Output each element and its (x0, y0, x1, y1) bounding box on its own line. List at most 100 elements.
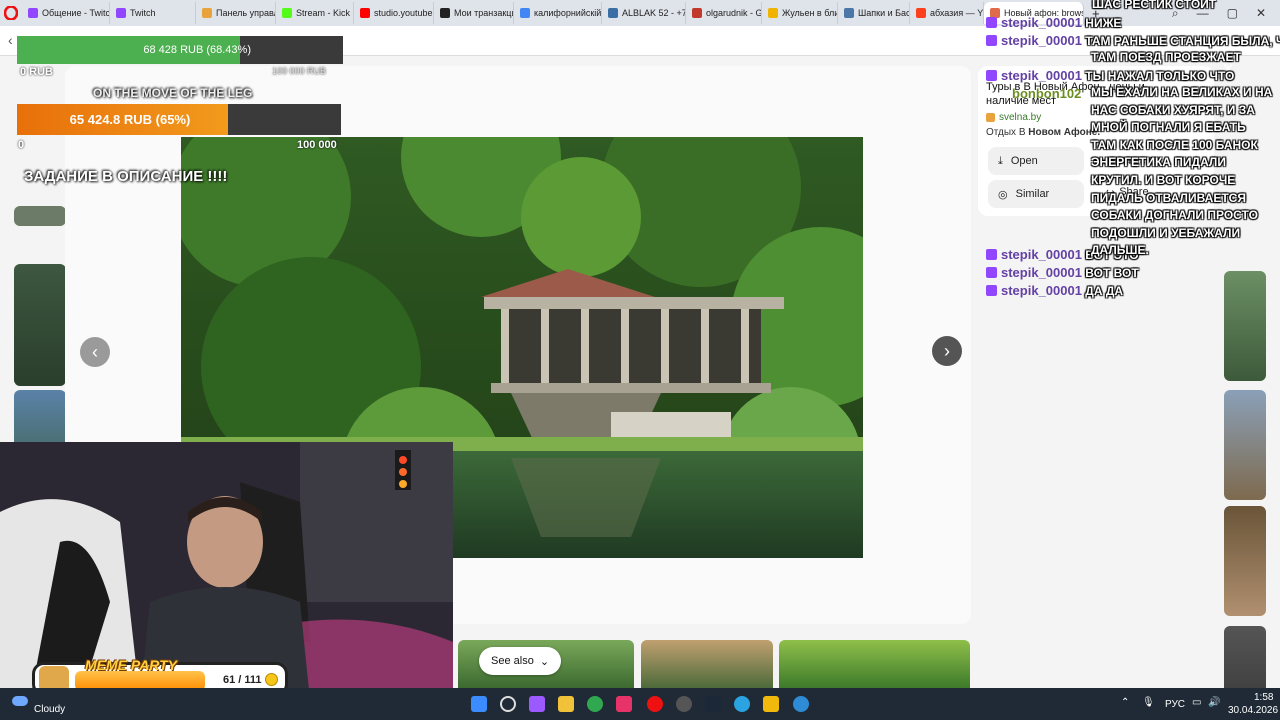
tab-strip: Общение - Twitch Twitch Панель управле Stre… (22, 0, 1084, 26)
see-also-thumbnail[interactable] (641, 640, 773, 688)
tab-favicon-icon (768, 8, 778, 18)
chat-username: stepik_00001 (1001, 265, 1082, 280)
similar-button[interactable]: ◎ Similar (988, 180, 1084, 208)
download-arrow-icon: ⤓ (998, 154, 1003, 167)
overlay-title: ON THE MOVE OF THE LEG (93, 86, 253, 100)
twitch-icon (986, 267, 997, 278)
language-indicator[interactable]: РУС (1165, 699, 1185, 710)
open-label: Open (1010, 155, 1038, 167)
goal-1-text: 68 428 RUB (68.43%) (143, 44, 251, 56)
result-thumbnail[interactable] (14, 264, 66, 386)
chat-username: stepik_00001 (1001, 68, 1082, 83)
previous-image-button[interactable]: ‹ (80, 337, 110, 367)
meme-party-title: MEME PARTY (85, 657, 178, 673)
browser-tab[interactable]: абхазия — Yand (910, 2, 984, 24)
search-icon[interactable] (500, 696, 516, 712)
result-thumbnail[interactable] (1224, 506, 1266, 616)
browser-tab[interactable]: Общение - Twitch (22, 2, 110, 24)
binance-icon[interactable] (763, 696, 779, 712)
clock-time[interactable]: 1:58 (1254, 692, 1273, 703)
tab-favicon-icon (520, 8, 530, 18)
chat-username: stepik_00001 (1001, 33, 1082, 48)
network-icon[interactable]: ▭ (1192, 697, 1201, 708)
browser-tab[interactable]: studio.youtube.c (354, 2, 434, 24)
browser-tab[interactable]: Шапки и Бас (838, 2, 910, 24)
chat-username: stepik_00001 (1001, 15, 1082, 30)
chat-message-long: мы ехали на великах и на нас собаки хуяр… (1091, 85, 1273, 258)
source-link[interactable]: svelna.by (999, 112, 1041, 123)
telegram-icon[interactable] (734, 696, 750, 712)
copilot-icon[interactable] (529, 696, 545, 712)
opera-icon[interactable] (647, 696, 663, 712)
obs-icon[interactable] (676, 696, 692, 712)
volume-icon[interactable]: 🔊 (1208, 697, 1220, 708)
tab-favicon-icon (608, 8, 618, 18)
tab-label: olgarudnik - Get (706, 8, 762, 18)
back-icon[interactable]: ‹ (8, 32, 13, 48)
tab-favicon-icon (202, 8, 212, 18)
tab-label: калифорнийскій (534, 8, 602, 18)
chevron-left-icon: ‹ (92, 341, 98, 362)
tab-favicon-icon (282, 8, 292, 18)
tab-favicon-icon (360, 8, 370, 18)
browser-tab[interactable]: калифорнийскій (514, 2, 602, 24)
edge-icon[interactable] (793, 696, 809, 712)
donation-goal-bar-2: 65 424.8 RUB (65%) (17, 104, 341, 135)
browser-tab[interactable]: ALBLAK 52 - +7( (602, 2, 686, 24)
result-thumbnail[interactable] (14, 206, 66, 226)
twitch-icon (986, 70, 997, 81)
open-button[interactable]: ⤓ Open (988, 147, 1084, 175)
tab-favicon-icon (440, 8, 450, 18)
result-thumbnail[interactable] (1224, 390, 1266, 500)
see-also-button[interactable]: See also ⌄ (479, 647, 562, 675)
tab-label: Шапки и Бас (858, 8, 910, 18)
browser-tab[interactable]: Панель управле (196, 2, 276, 24)
browser-tab[interactable]: Twitch (110, 2, 196, 24)
opera-logo-icon[interactable] (0, 0, 22, 26)
description-highlight: Новом Афоне. (1028, 127, 1101, 138)
next-image-button[interactable]: › (932, 336, 962, 366)
see-also-label: See also (491, 655, 534, 667)
see-also-thumbnail[interactable] (779, 640, 970, 688)
chat-username: bonbon102 (1012, 86, 1082, 101)
description-text: Отдых В (986, 127, 1029, 138)
microphone-icon[interactable]: 🎙 (1142, 697, 1155, 708)
tab-label: Stream - Kick Da (296, 8, 353, 18)
chrome-icon[interactable] (587, 696, 603, 712)
tab-label: Жульен в блини (782, 8, 837, 18)
windows-start-icon[interactable] (471, 696, 487, 712)
browser-tab[interactable]: Жульен в блини (762, 2, 838, 24)
overlay-task: ЗАДАНИЕ В ОПИСАНИЕ !!!! (24, 168, 228, 185)
tab-favicon-icon (692, 8, 702, 18)
chat-message: там раньше станция была, что (1085, 34, 1280, 48)
tab-label: Мои транзакци (454, 8, 514, 18)
donation-goal-bar-1: 68 428 RUB (68.43%) (17, 36, 343, 64)
tab-favicon-icon (916, 8, 926, 18)
clock-date[interactable]: 30.04.2026 (1228, 705, 1278, 716)
chat-message: ты нажал только что (1085, 69, 1235, 83)
chat-username: stepik_00001 (1001, 283, 1082, 298)
steam-icon[interactable] (705, 696, 721, 712)
tab-label: Общение - Twitch (42, 8, 110, 18)
browser-tab[interactable]: Мои транзакци (434, 2, 514, 24)
similar-label: Similar (1015, 188, 1050, 200)
chat-message: шас рестик стоит (1092, 0, 1217, 11)
maximize-icon[interactable]: ▢ (1227, 6, 1238, 20)
twitch-icon (986, 17, 997, 28)
browser-tab[interactable]: olgarudnik - Get (686, 2, 762, 24)
meme-party-count: 61 / 111 (223, 674, 262, 686)
twitch-icon (986, 249, 997, 260)
result-thumbnail[interactable] (1224, 271, 1266, 381)
browser-tab[interactable]: Stream - Kick Da (276, 2, 354, 24)
tab-label: Twitch (130, 8, 156, 18)
close-window-icon[interactable]: ✕ (1256, 6, 1266, 20)
file-explorer-icon[interactable] (558, 696, 574, 712)
tray-chevron-icon[interactable]: ⌃ (1121, 697, 1129, 708)
chat-message: там поезд проезжает (1091, 50, 1241, 64)
tab-favicon-icon (116, 8, 126, 18)
tab-favicon-icon (28, 8, 38, 18)
chat-username: stepik_00001 (1001, 247, 1082, 262)
lens-icon: ◎ (998, 188, 1008, 201)
music-app-icon[interactable] (616, 696, 632, 712)
chevron-down-icon: ⌄ (539, 655, 550, 668)
